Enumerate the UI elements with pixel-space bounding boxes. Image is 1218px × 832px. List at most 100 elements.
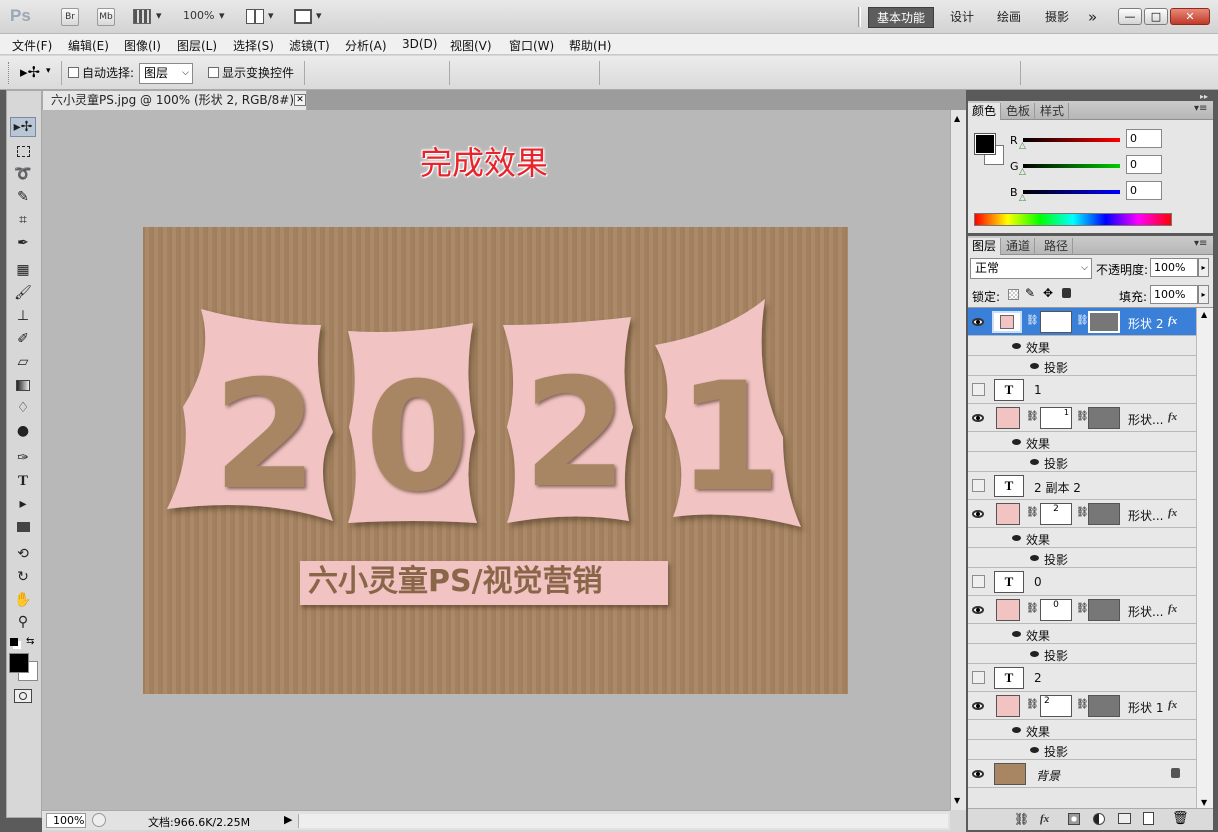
dodge-tool-icon[interactable]: ● [10,421,36,441]
layer-name[interactable]: 1 [1034,383,1042,397]
g-value-input[interactable]: 0 [1126,155,1162,174]
tab-styles[interactable]: 样式 [1036,103,1070,120]
layer-row-shape-1[interactable]: ⛓ 2 ⛓ 形状 1 fx [968,692,1196,720]
delete-layer-icon[interactable]: 🗑 [1172,811,1189,826]
eyedropper-tool-icon[interactable]: ✒ [10,233,36,253]
text-layer-icon[interactable]: T [994,379,1024,401]
layer-fx-icon[interactable]: fx [1168,411,1177,423]
layer-visibility-box[interactable] [972,575,985,588]
zoom-level[interactable]: 100% [183,9,214,22]
menu-view[interactable]: 视图(V) [450,37,492,54]
layer-name[interactable]: 背景 [1036,767,1060,784]
drop-shadow-row[interactable]: 投影 [968,644,1196,664]
effects-row[interactable]: 效果 [968,336,1196,356]
layer-visibility-box[interactable] [972,671,985,684]
3d-orbit-tool-icon[interactable]: ↻ [10,567,36,587]
scroll-up-icon[interactable]: ▲ [1201,310,1207,319]
link-icon[interactable]: ⛓ [1076,315,1089,326]
menu-3d[interactable]: 3D(D) [402,37,437,51]
gradient-tool-icon[interactable] [10,375,36,395]
status-menu-arrow-icon[interactable]: ▶ [284,813,292,826]
opacity-input[interactable]: 100% [1150,258,1198,277]
menu-help[interactable]: 帮助(H) [569,37,611,54]
layer-fx-icon[interactable]: fx [1168,603,1177,615]
vector-mask-thumb[interactable] [1088,407,1120,429]
effects-row[interactable]: 效果 [968,720,1196,740]
effect-eye-icon[interactable] [1030,651,1039,657]
opacity-arrow-icon[interactable]: ▸ [1198,258,1209,277]
link-layers-icon[interactable]: ⛓ [1014,812,1029,826]
new-layer-icon[interactable] [1143,812,1154,825]
layer-mask-thumb[interactable]: 0 [1040,599,1072,621]
path-selection-tool-icon[interactable]: ▸ [10,494,36,514]
layer-row-text-0[interactable]: T 0 [968,568,1196,596]
link-icon[interactable]: ⛓ [1026,507,1039,518]
tab-layers[interactable]: 图层 [968,238,1002,255]
r-slider[interactable] [1023,138,1120,142]
document-canvas-area[interactable]: 完成效果 2 0 2 1 六小灵童PS/视觉营销 [42,110,950,810]
layer-visibility-eye-icon[interactable] [972,606,984,614]
lasso-tool-icon[interactable]: ➰ [10,164,36,184]
lock-position-icon[interactable]: ✥ [1043,286,1053,300]
default-colors-icon[interactable] [10,638,18,646]
effect-eye-icon[interactable] [1030,747,1039,753]
vector-mask-thumb[interactable] [1088,695,1120,717]
drop-shadow-row[interactable]: 投影 [968,452,1196,472]
close-document-icon[interactable]: ✕ [294,94,306,106]
arrange-documents-icon[interactable] [246,9,264,24]
status-zoom[interactable]: 100% [46,813,86,828]
horizontal-scrollbar[interactable] [298,814,948,828]
quick-mask-icon[interactable] [14,689,32,703]
effects-row[interactable]: 效果 [968,624,1196,644]
layer-mask-thumb[interactable]: 2 [1040,503,1072,525]
layer-name[interactable]: 0 [1034,575,1042,589]
r-value-input[interactable]: 0 [1126,129,1162,148]
layer-row-background[interactable]: 背景 [968,760,1196,788]
b-value-input[interactable]: 0 [1126,181,1162,200]
layer-row-shape[interactable]: ⛓ 0 ⛓ 形状... fx [968,596,1196,624]
layer-fx-icon[interactable]: fx [1168,507,1177,519]
layer-name[interactable]: 2 [1034,671,1042,685]
vertical-scrollbar[interactable]: ▲ ▼ [950,110,966,810]
minimize-button[interactable]: — [1118,8,1142,25]
lock-pixels-icon[interactable]: ✎ [1025,286,1035,300]
close-button[interactable]: ✕ [1170,8,1210,25]
menu-filter[interactable]: 滤镜(T) [289,37,330,54]
layer-name[interactable]: 形状... [1128,507,1163,524]
hand-tool-icon[interactable]: ✋ [10,590,36,610]
layer-visibility-eye-icon[interactable] [972,510,984,518]
layer-visibility-eye-icon[interactable] [972,414,984,422]
menu-analysis[interactable]: 分析(A) [345,37,387,54]
color-spectrum-bar[interactable] [974,213,1172,226]
new-group-icon[interactable] [1118,813,1131,824]
layer-mask-thumb[interactable]: 2 [1040,695,1072,717]
layer-mask-thumb[interactable]: 1 [1040,407,1072,429]
panel-menu-icon[interactable]: ▾≡ [1194,103,1207,114]
zoom-chevron-icon[interactable]: ▾ [219,9,225,22]
drop-shadow-row[interactable]: 投影 [968,548,1196,568]
blur-tool-icon[interactable]: ♢ [10,398,36,418]
layer-row-text-2[interactable]: T 2 [968,664,1196,692]
workspace-photography[interactable]: 摄影 [1037,7,1077,28]
view-extras-chevron-icon[interactable]: ▾ [156,9,162,22]
foreground-color-swatch[interactable] [9,653,29,673]
menu-window[interactable]: 窗口(W) [509,37,554,54]
layer-name[interactable]: 形状 2 [1128,315,1163,332]
layer-color-thumb[interactable] [996,599,1020,621]
view-extras-icon[interactable] [133,9,151,24]
drop-shadow-row[interactable]: 投影 [968,740,1196,760]
text-layer-icon[interactable]: T [994,667,1024,689]
eraser-tool-icon[interactable]: ▱ [10,352,36,372]
layer-name[interactable]: 形状 1 [1128,699,1163,716]
fg-color-swatch[interactable] [974,133,996,155]
vector-mask-thumb[interactable] [1088,311,1120,333]
lock-transparency-icon[interactable] [1008,289,1019,300]
menu-select[interactable]: 选择(S) [233,37,274,54]
link-icon[interactable]: ⛓ [1076,507,1089,518]
layer-color-thumb[interactable] [992,311,1022,333]
link-icon[interactable]: ⛓ [1076,411,1089,422]
show-transform-checkbox[interactable] [208,67,219,78]
layer-row-shape[interactable]: ⛓ 2 ⛓ 形状... fx [968,500,1196,528]
blend-mode-select[interactable]: 正常 ⌵ [970,258,1092,279]
layer-name[interactable]: 形状... [1128,411,1163,428]
